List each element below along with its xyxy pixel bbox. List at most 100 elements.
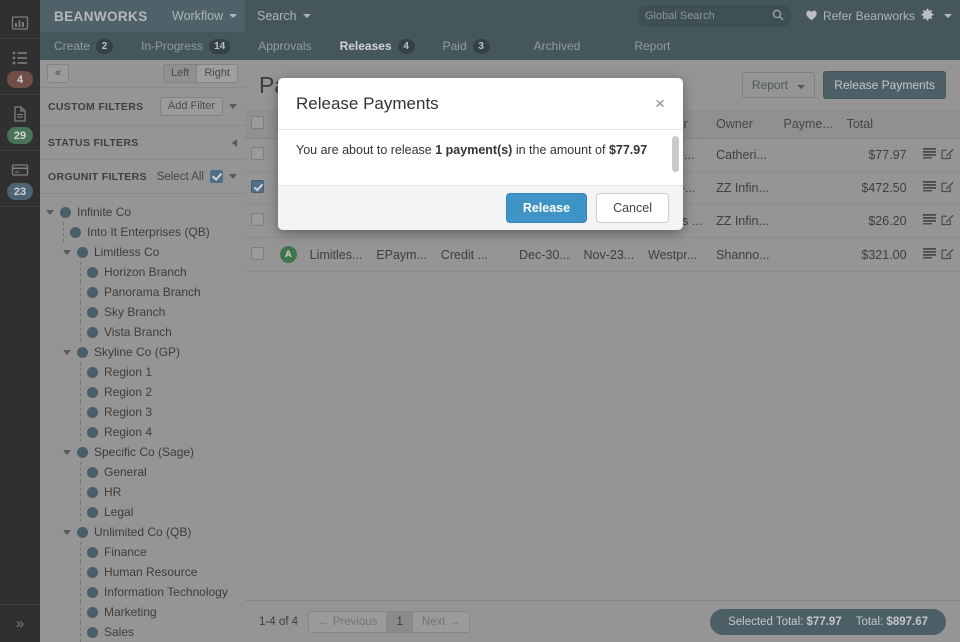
orgunit-node[interactable]: Finance [40, 542, 245, 563]
page-number-button[interactable]: 1 [386, 610, 413, 633]
rail-item-payments[interactable]: 23 [0, 151, 40, 207]
status-filters-section[interactable]: STATUS FILTERS [40, 126, 245, 161]
orgunit-dot-icon[interactable] [87, 606, 98, 618]
nav-search[interactable]: Search [245, 0, 323, 32]
orgunit-node[interactable]: HR [40, 482, 245, 503]
expand-arrow-icon[interactable] [63, 249, 71, 255]
collapse-sidebar-button[interactable]: « [47, 63, 70, 84]
th-total[interactable]: Total [840, 110, 913, 139]
next-page-button[interactable]: Next → [411, 610, 471, 633]
orgunit-node[interactable]: Region 3 [40, 402, 245, 423]
orgunit-node[interactable]: Region 4 [40, 422, 245, 443]
orgunit-dot-icon[interactable] [87, 386, 98, 398]
expand-arrow-icon[interactable] [63, 349, 71, 355]
row-select-cell[interactable] [245, 237, 274, 272]
row-select-cell[interactable] [245, 204, 274, 238]
orgunit-dot-icon[interactable] [77, 526, 88, 538]
orgunit-node[interactable]: Vista Branch [40, 322, 245, 343]
orgunit-dot-icon[interactable] [87, 546, 98, 558]
th-payment[interactable]: Payme... [777, 110, 841, 139]
orgunit-node[interactable]: Human Resource [40, 562, 245, 583]
row-checkbox[interactable] [251, 246, 264, 260]
cancel-button[interactable]: Cancel [596, 193, 669, 223]
orgunit-dot-icon[interactable] [87, 566, 98, 578]
orgunit-node[interactable]: Horizon Branch [40, 262, 245, 283]
table-row[interactable]: A Limitles... EPaym... Credit ... Dec-30... N… [245, 237, 960, 272]
orgunit-dot-icon[interactable] [77, 246, 88, 258]
report-button[interactable]: Report [741, 72, 816, 98]
edit-icon[interactable] [941, 180, 954, 196]
dock-right-button[interactable]: Right [196, 63, 238, 84]
chevron-down-icon[interactable] [229, 104, 237, 110]
orgunit-dot-icon[interactable] [87, 486, 98, 498]
row-checkbox[interactable] [251, 180, 264, 193]
orgunit-dot-icon[interactable] [87, 506, 98, 518]
th-select-all[interactable] [245, 110, 274, 139]
details-icon[interactable] [923, 247, 936, 263]
orgunit-node[interactable]: Infinite Co [40, 202, 245, 222]
orgunit-dot-icon[interactable] [87, 466, 98, 478]
orgunit-dot-icon[interactable] [87, 326, 98, 338]
row-checkbox[interactable] [251, 147, 264, 160]
row-select-cell[interactable] [245, 138, 274, 172]
orgunit-node[interactable]: Limitless Co [40, 242, 245, 262]
orgunit-node[interactable]: Sales [40, 622, 245, 642]
orgunit-dot-icon[interactable] [60, 206, 71, 218]
rail-item-documents[interactable]: 29 [0, 95, 40, 151]
orgunit-dot-icon[interactable] [87, 626, 98, 638]
expand-arrow-icon[interactable] [63, 449, 71, 455]
select-all-checkbox[interactable] [210, 170, 223, 184]
close-icon[interactable]: × [655, 95, 665, 112]
tab-archived[interactable]: Archived [504, 32, 595, 60]
row-checkbox[interactable] [251, 213, 264, 226]
orgunit-dot-icon[interactable] [87, 286, 98, 298]
orgunit-node[interactable]: Skyline Co (GP) [40, 342, 245, 362]
orgunit-dot-icon[interactable] [87, 366, 98, 378]
global-search-input[interactable]: Global Search [637, 5, 792, 27]
orgunit-node[interactable]: Information Technology [40, 582, 245, 603]
orgunit-node[interactable]: Unlimited Co (QB) [40, 522, 245, 542]
orgunit-dot-icon[interactable] [77, 346, 88, 358]
orgunit-node[interactable]: Specific Co (Sage) [40, 442, 245, 462]
rail-item-dashboard[interactable] [0, 0, 40, 39]
tab-releases[interactable]: Releases 4 [326, 32, 429, 60]
orgunit-dot-icon[interactable] [70, 226, 81, 238]
orgunit-node[interactable]: Sky Branch [40, 302, 245, 323]
expand-arrow-icon[interactable] [46, 209, 54, 215]
orgunit-dot-icon[interactable] [87, 306, 98, 318]
details-icon[interactable] [923, 147, 936, 163]
tab-create[interactable]: Create 2 [40, 32, 127, 60]
rail-expand-button[interactable]: » [0, 604, 40, 642]
orgunit-node[interactable]: General [40, 462, 245, 483]
orgunit-dot-icon[interactable] [77, 446, 88, 458]
details-icon[interactable] [923, 213, 936, 229]
tab-report[interactable]: Report [594, 32, 684, 60]
edit-icon[interactable] [941, 247, 954, 263]
brand-logo[interactable]: BEANWORKS [40, 0, 162, 32]
edit-icon[interactable] [941, 213, 954, 229]
orgunit-node[interactable]: Into It Enterprises (QB) [40, 222, 245, 243]
dialog-scrollbar[interactable] [672, 136, 679, 172]
tab-paid[interactable]: Paid 3 [429, 32, 504, 60]
orgunit-node[interactable]: Marketing [40, 602, 245, 623]
release-payments-button[interactable]: Release Payments [823, 71, 946, 99]
select-all-rows-checkbox[interactable] [251, 116, 264, 129]
orgunit-dot-icon[interactable] [87, 586, 98, 598]
rail-item-list[interactable]: 4 [0, 39, 40, 95]
orgunit-dot-icon[interactable] [87, 406, 98, 418]
edit-icon[interactable] [941, 147, 954, 163]
th-owner[interactable]: Owner [710, 110, 778, 139]
previous-page-button[interactable]: ← Previous [308, 610, 388, 633]
orgunit-node[interactable]: Panorama Branch [40, 282, 245, 303]
release-confirm-button[interactable]: Release [505, 193, 588, 223]
orgunit-node[interactable]: Legal [40, 502, 245, 523]
settings-menu[interactable] [920, 0, 952, 32]
add-filter-button[interactable]: Add Filter [159, 97, 223, 117]
chevron-left-icon[interactable] [232, 138, 237, 147]
tab-approvals[interactable]: Approvals [244, 32, 325, 60]
details-icon[interactable] [923, 180, 936, 196]
expand-arrow-icon[interactable] [63, 529, 71, 535]
orgunit-node[interactable]: Region 1 [40, 362, 245, 383]
orgunit-node[interactable]: Region 2 [40, 382, 245, 403]
row-select-cell[interactable] [245, 171, 274, 205]
